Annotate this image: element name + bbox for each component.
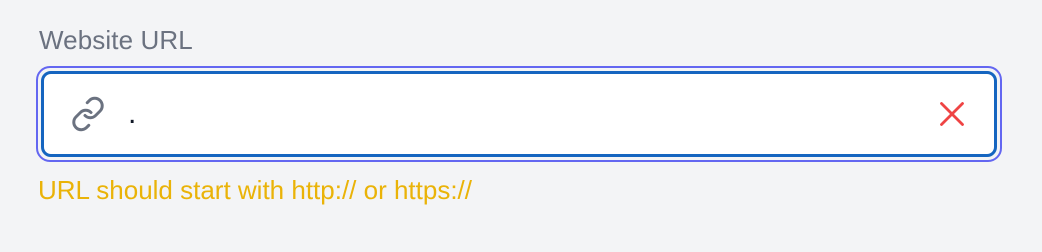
close-icon[interactable] — [934, 96, 970, 132]
url-input-container[interactable] — [41, 71, 997, 157]
error-message: URL should start with http:// or https:/… — [38, 175, 473, 205]
website-url-field: Website URL URL should start with http:/… — [36, 22, 1002, 208]
website-url-label: Website URL — [39, 25, 193, 55]
url-input[interactable] — [128, 94, 934, 134]
focus-ring — [36, 66, 1002, 162]
link-icon — [68, 94, 108, 134]
